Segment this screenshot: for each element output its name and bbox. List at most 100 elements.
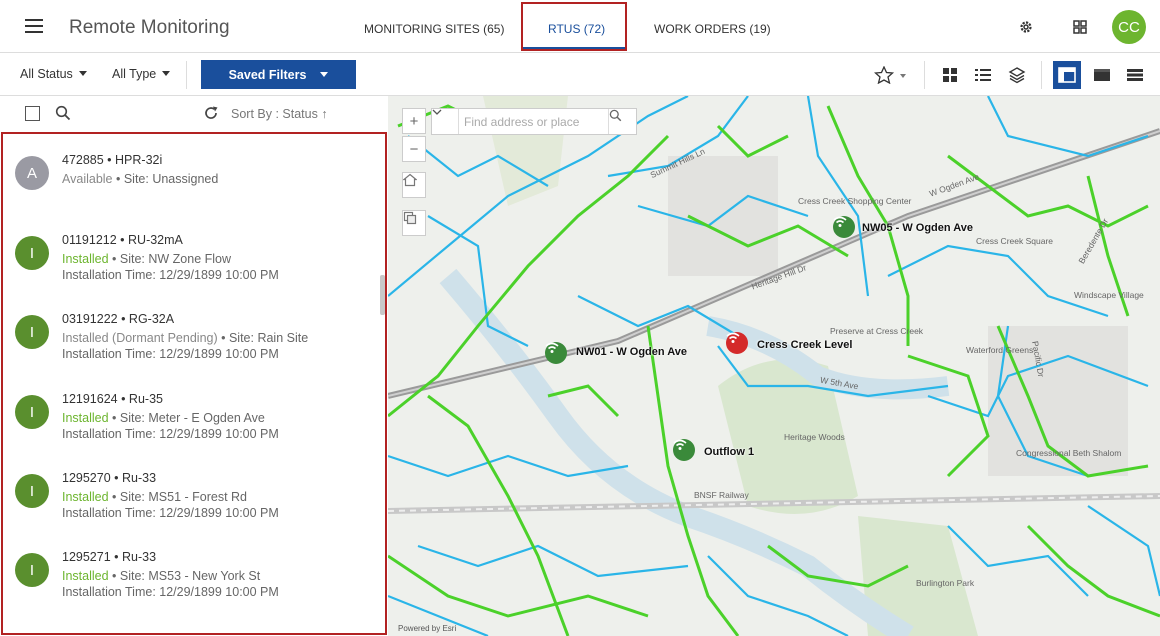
rtu-site: • Site: Meter - E Ogden Ave [108, 411, 265, 425]
list-item[interactable]: I 1295271 • Ru-33 Installed • Site: MS53… [3, 547, 383, 625]
status-avatar: I [15, 395, 49, 429]
gear-icon[interactable] [1017, 18, 1035, 36]
rtu-list: A 472885 • HPR-32i Available • Site: Una… [1, 132, 387, 635]
arrow-up-icon: ↑ [321, 107, 328, 121]
list-item[interactable]: I 03191222 • RG-32A Installed (Dormant P… [3, 309, 383, 387]
list-header: Sort By : Status ↑ [0, 96, 388, 132]
place-label: Waterford Greens [966, 345, 1034, 355]
rtu-title: 03191222 • RG-32A [62, 312, 175, 326]
site-label-nw05[interactable]: NW05 - W Ogden Ave [862, 222, 973, 234]
home-icon[interactable] [402, 172, 426, 198]
sort-label: Sort By : Status [231, 107, 318, 121]
search-icon[interactable] [608, 109, 636, 134]
rtu-status-line: Installed • Site: Meter - E Ogden Ave [62, 411, 265, 425]
map-search [431, 108, 637, 135]
rtu-install-time: Installation Time: 12/29/1899 10:00 PM [62, 268, 279, 282]
street-label: BNSF Railway [694, 490, 749, 500]
sort-by-control[interactable]: Sort By : Status ↑ [231, 107, 328, 121]
site-label-outflow[interactable]: Outflow 1 [704, 446, 754, 458]
map-attribution: Powered by Esri [398, 624, 457, 633]
top-bar: Remote Monitoring MONITORING SITES (65) … [0, 0, 1160, 53]
layers-icon[interactable] [1006, 64, 1028, 86]
apps-grid-icon[interactable] [1071, 18, 1089, 36]
place-label: Cress Creek Square [976, 236, 1054, 246]
rtu-status: Installed [62, 569, 109, 583]
map-view-icon[interactable] [1091, 64, 1113, 86]
status-avatar: I [15, 553, 49, 587]
place-label: Cress Creek Shopping Center [798, 196, 912, 206]
site-marker-nw01[interactable] [545, 342, 567, 364]
rtu-status: Installed [62, 252, 109, 266]
menu-icon[interactable] [25, 19, 43, 33]
status-avatar: I [15, 236, 49, 270]
rtu-site: • Site: MS53 - New York St [108, 569, 261, 583]
search-source-dropdown[interactable] [432, 109, 459, 134]
rtu-status-line: Installed (Dormant Pending) • Site: Rain… [62, 331, 308, 345]
map-view[interactable]: + − Cress Creek Shopping Center Cress Cr… [388, 96, 1160, 636]
rtu-status: Installed [62, 490, 109, 504]
site-label-nw01[interactable]: NW01 - W Ogden Ave [576, 346, 687, 358]
list-item[interactable]: I 12191624 • Ru-35 Installed • Site: Met… [3, 389, 383, 467]
place-label: Heritage Woods [784, 432, 845, 442]
zoom-out-button[interactable]: − [402, 136, 426, 162]
address-search-input[interactable] [464, 113, 604, 131]
list-view-icon[interactable] [972, 64, 994, 86]
rtu-install-time: Installation Time: 12/29/1899 10:00 PM [62, 347, 279, 361]
rtu-title: 12191624 • Ru-35 [62, 392, 163, 406]
saved-filters-label: Saved Filters [228, 67, 307, 82]
type-filter-label: All Type [112, 67, 157, 81]
divider [1041, 61, 1042, 89]
rtu-title: 01191212 • RU-32mA [62, 233, 183, 247]
divider [924, 61, 925, 89]
rtu-site: • Site: MS51 - Forest Rd [108, 490, 248, 504]
divider [186, 61, 187, 89]
place-label: Windscape Village [1074, 290, 1144, 300]
rtu-status-line: Available • Site: Unassigned [62, 172, 218, 186]
basemap-toggle-icon[interactable] [402, 210, 426, 236]
site-marker-nw05[interactable] [833, 216, 855, 238]
saved-filters-button[interactable]: Saved Filters [201, 60, 356, 89]
rtu-status: Installed (Dormant Pending) [62, 331, 218, 345]
list-item[interactable]: I 01191212 • RU-32mA Installed • Site: N… [3, 230, 383, 308]
rtu-status-line: Installed • Site: MS53 - New York St [62, 569, 260, 583]
place-label: Congressional Beth Shalom [1016, 448, 1122, 458]
rtu-status-line: Installed • Site: MS51 - Forest Rd [62, 490, 247, 504]
place-label: Preserve at Cress Creek [830, 326, 924, 336]
rtu-status: Installed [62, 411, 109, 425]
user-avatar[interactable]: CC [1112, 10, 1146, 44]
list-item[interactable]: I 1295270 • Ru-33 Installed • Site: MS51… [3, 468, 383, 546]
chevron-down-icon [320, 72, 329, 77]
refresh-icon[interactable] [203, 105, 221, 123]
site-marker-cress-creek[interactable] [726, 332, 748, 354]
rtu-install-time: Installation Time: 12/29/1899 10:00 PM [62, 506, 279, 520]
site-marker-outflow[interactable] [673, 439, 695, 461]
table-view-icon[interactable] [1124, 64, 1146, 86]
rtu-status-line: Installed • Site: NW Zone Flow [62, 252, 231, 266]
rtu-title: 1295270 • Ru-33 [62, 471, 157, 485]
list-scrollbar[interactable] [380, 275, 385, 315]
favorite-star-icon[interactable] [872, 64, 908, 86]
app-title: Remote Monitoring [69, 17, 230, 38]
status-avatar: I [15, 474, 49, 508]
rtu-title: 1295271 • Ru-33 [62, 550, 157, 564]
status-filter-dropdown[interactable]: All Status [20, 67, 87, 81]
rtu-site: • Site: Unassigned [112, 172, 219, 186]
zoom-in-button[interactable]: + [402, 108, 426, 134]
split-view-icon[interactable] [1053, 61, 1081, 89]
tab-monitoring-sites[interactable]: MONITORING SITES (65) [364, 22, 504, 36]
chevron-down-icon [162, 71, 171, 76]
status-avatar: A [15, 156, 49, 190]
site-label-cress-creek[interactable]: Cress Creek Level [757, 339, 852, 351]
type-filter-dropdown[interactable]: All Type [112, 67, 171, 81]
filter-toolbar: All Status All Type Saved Filters [0, 53, 1160, 96]
search-icon[interactable] [55, 105, 73, 123]
tab-work-orders[interactable]: WORK ORDERS (19) [654, 22, 771, 36]
grid-view-icon[interactable] [939, 64, 961, 86]
rtu-site: • Site: NW Zone Flow [108, 252, 232, 266]
tab-highlight-box [521, 2, 627, 51]
rtu-status: Available [62, 172, 113, 186]
status-avatar: I [15, 315, 49, 349]
list-item[interactable]: A 472885 • HPR-32i Available • Site: Una… [3, 150, 383, 228]
select-all-checkbox[interactable] [25, 106, 40, 121]
rtu-install-time: Installation Time: 12/29/1899 10:00 PM [62, 427, 279, 441]
